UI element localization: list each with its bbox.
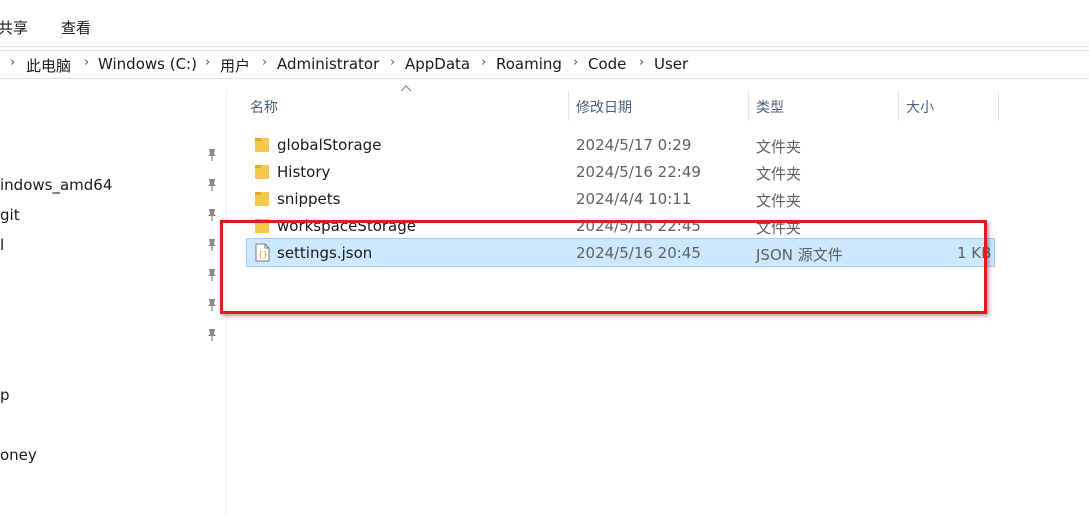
file-date: 2024/5/16 22:49 xyxy=(576,163,701,181)
folder-icon xyxy=(255,165,269,179)
file-row[interactable]: snippets 2024/4/4 10:11 文件夹 xyxy=(247,185,994,212)
chevron-right-icon[interactable]: › xyxy=(573,55,578,70)
file-type: 文件夹 xyxy=(756,192,802,210)
pin-icon[interactable] xyxy=(205,267,219,283)
breadcrumb-this-pc[interactable]: 此电脑 xyxy=(26,55,71,76)
breadcrumb-users[interactable]: 用户 xyxy=(220,55,250,76)
nav-item[interactable]: p xyxy=(0,386,10,404)
column-divider[interactable] xyxy=(998,91,999,121)
file-type: 文件夹 xyxy=(756,138,802,156)
nav-item[interactable]: indows_amd64 xyxy=(0,176,112,194)
breadcrumb-appdata[interactable]: AppData xyxy=(405,55,470,73)
pin-icon[interactable] xyxy=(205,237,219,253)
column-divider[interactable] xyxy=(748,91,749,121)
file-name: globalStorage xyxy=(277,136,382,154)
nav-item[interactable]: l xyxy=(0,236,4,254)
column-divider[interactable] xyxy=(898,91,899,121)
file-date: 2024/5/17 0:29 xyxy=(576,136,692,154)
chevron-right-icon[interactable]: › xyxy=(639,55,644,70)
breadcrumb-roaming[interactable]: Roaming xyxy=(496,55,562,73)
breadcrumb-drive-c[interactable]: Windows (C:) xyxy=(98,55,197,73)
file-row[interactable]: History 2024/5/16 22:49 文件夹 xyxy=(247,158,994,185)
column-divider[interactable] xyxy=(568,91,569,121)
pin-icon[interactable] xyxy=(205,147,219,163)
chevron-right-icon[interactable]: › xyxy=(205,55,210,70)
pin-icon[interactable] xyxy=(205,327,219,343)
chevron-right-icon[interactable]: › xyxy=(10,55,15,70)
chevron-right-icon[interactable]: › xyxy=(84,55,89,70)
breadcrumb-user[interactable]: User xyxy=(654,55,688,73)
tab-share[interactable]: 共享 xyxy=(0,17,28,38)
file-name: snippets xyxy=(277,190,341,208)
address-bar[interactable]: › 此电脑 › Windows (C:) › 用户 › Administrato… xyxy=(0,50,1089,79)
chevron-right-icon[interactable]: › xyxy=(262,55,267,70)
pin-icon[interactable] xyxy=(205,297,219,313)
tab-view[interactable]: 查看 xyxy=(61,17,91,38)
breadcrumb-code[interactable]: Code xyxy=(588,55,626,73)
file-type: 文件夹 xyxy=(756,165,802,183)
column-header-size[interactable]: 大小 xyxy=(906,97,934,127)
nav-item[interactable]: oney xyxy=(0,446,37,464)
sort-ascending-icon xyxy=(400,85,412,92)
nav-item[interactable]: git xyxy=(0,206,20,224)
file-name: History xyxy=(277,163,331,181)
chevron-right-icon[interactable]: › xyxy=(390,55,395,70)
highlight-annotation-box xyxy=(220,220,987,314)
chevron-right-icon[interactable]: › xyxy=(481,55,486,70)
navigation-pane: indows_amd64 git l p oney xyxy=(0,90,227,515)
column-header-type[interactable]: 类型 xyxy=(756,97,784,127)
breadcrumb-administrator[interactable]: Administrator xyxy=(277,55,379,73)
file-date: 2024/4/4 10:11 xyxy=(576,190,692,208)
pin-icon[interactable] xyxy=(205,207,219,223)
pin-icon[interactable] xyxy=(205,177,219,193)
folder-icon xyxy=(255,138,269,152)
ribbon-tabs: 共享 查看 xyxy=(0,0,1089,47)
column-header-date[interactable]: 修改日期 xyxy=(576,97,632,127)
file-row[interactable]: globalStorage 2024/5/17 0:29 文件夹 xyxy=(247,131,994,158)
column-header-name[interactable]: 名称 xyxy=(250,97,278,127)
folder-icon xyxy=(255,192,269,206)
